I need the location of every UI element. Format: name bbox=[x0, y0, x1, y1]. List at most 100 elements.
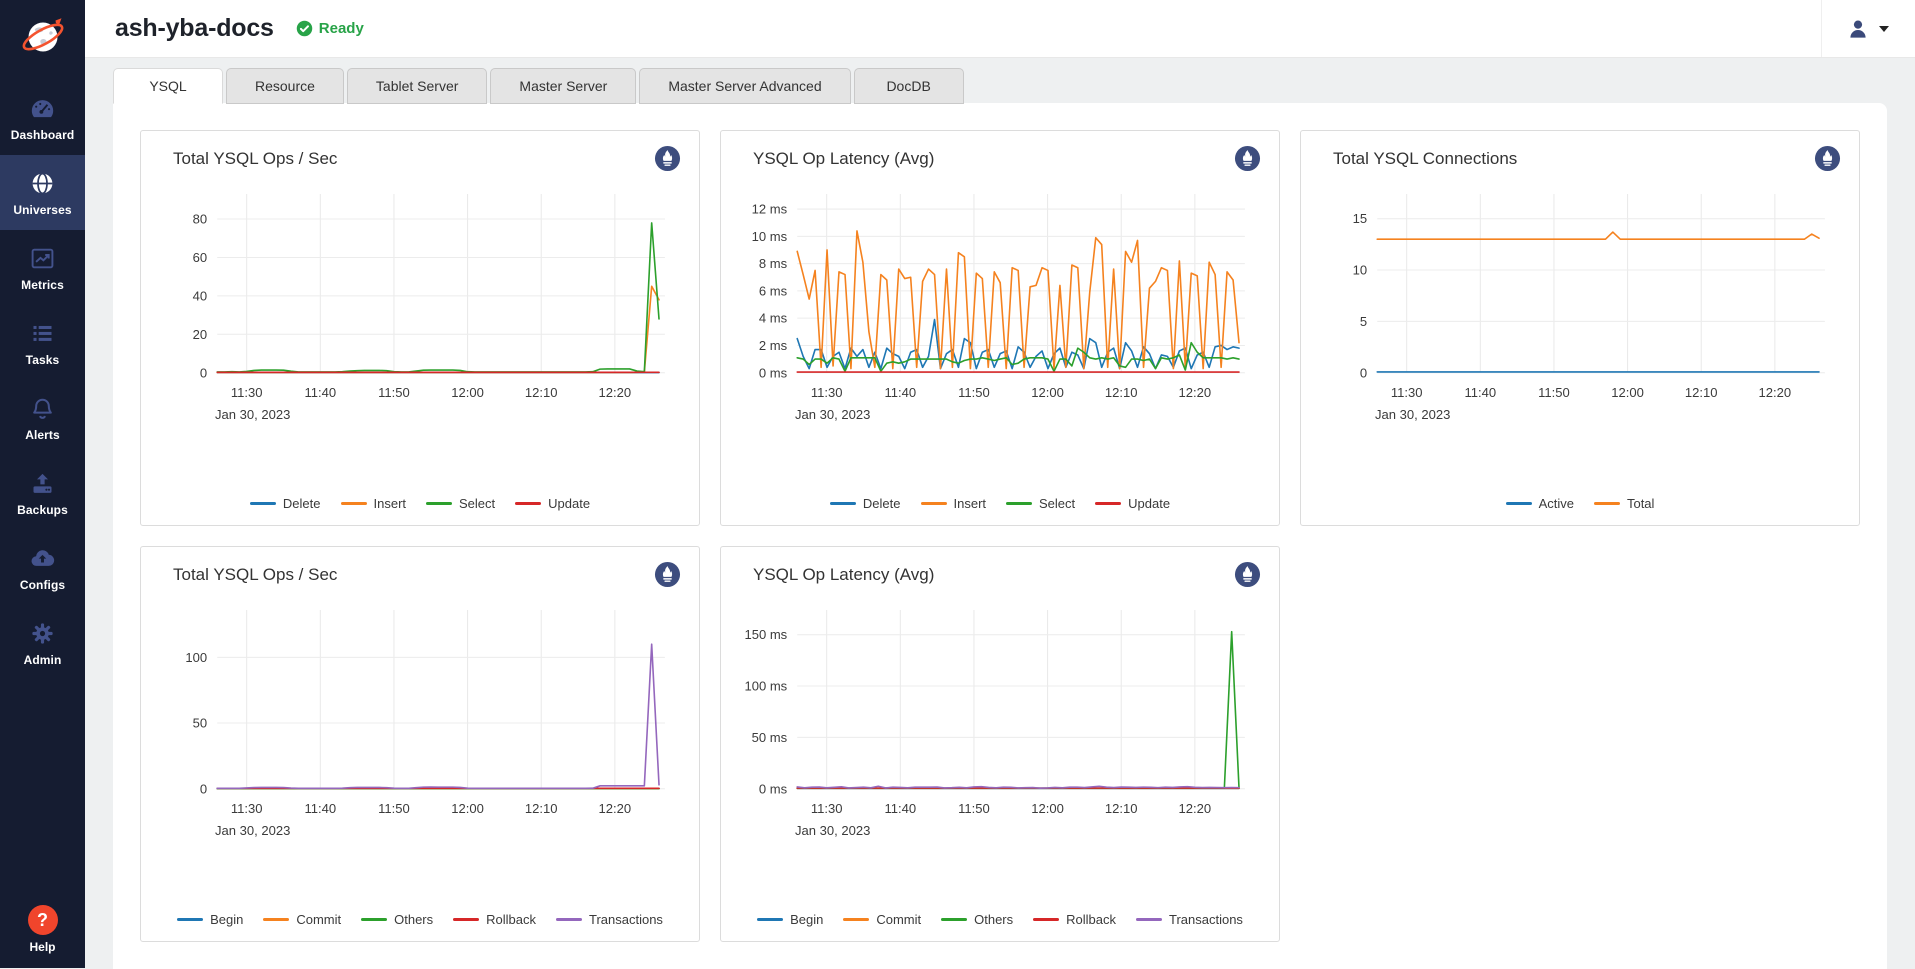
yugabyte-logo-icon bbox=[17, 12, 69, 64]
header: ash-yba-docs Ready bbox=[85, 0, 1915, 58]
chart-card-1: Total YSQL Ops / Sec 11:3011:4011:5012:0… bbox=[140, 130, 700, 526]
legend-label: Select bbox=[459, 496, 495, 511]
legend-swatch bbox=[361, 918, 387, 921]
svg-text:12:00: 12:00 bbox=[1031, 801, 1064, 816]
legend-item-others: Others bbox=[941, 912, 1013, 927]
legend-label: Transactions bbox=[589, 912, 663, 927]
legend-swatch bbox=[1006, 502, 1032, 505]
sidebar-item-dashboard[interactable]: Dashboard bbox=[0, 80, 85, 155]
legend-item-others: Others bbox=[361, 912, 433, 927]
sidebar-item-help[interactable]: ? Help bbox=[0, 893, 85, 968]
tab-master-server[interactable]: Master Server bbox=[490, 68, 636, 104]
legend-item-update: Update bbox=[515, 496, 590, 511]
sidebar-nav: Dashboard Universes Metrics Tasks Alerts… bbox=[0, 80, 85, 680]
legend-swatch bbox=[177, 918, 203, 921]
chart-legend: BeginCommitOthersRollbackTransactions bbox=[739, 908, 1261, 931]
tab-tablet-server[interactable]: Tablet Server bbox=[347, 68, 487, 104]
content-area: YSQLResourceTablet ServerMaster Server Ma… bbox=[85, 58, 1915, 968]
legend-swatch bbox=[556, 918, 582, 921]
tab-ysql[interactable]: YSQL bbox=[113, 68, 223, 104]
legend-item-begin: Begin bbox=[177, 912, 243, 927]
svg-text:40: 40 bbox=[193, 288, 208, 303]
charts-grid: Total YSQL Ops / Sec 11:3011:4011:5012:0… bbox=[140, 130, 1860, 942]
svg-text:4 ms: 4 ms bbox=[759, 311, 788, 326]
legend-item-commit: Commit bbox=[843, 912, 921, 927]
tab-resource[interactable]: Resource bbox=[226, 68, 344, 104]
legend-item-rollback: Rollback bbox=[453, 912, 536, 927]
legend-item-transactions: Transactions bbox=[1136, 912, 1243, 927]
chart-plot[interactable]: 11:3011:4011:5012:0012:1012:20020406080J… bbox=[159, 178, 681, 447]
main-area: ash-yba-docs Ready YSQLResourceT bbox=[85, 0, 1915, 968]
svg-text:11:50: 11:50 bbox=[958, 801, 990, 816]
svg-text:Jan 30, 2023: Jan 30, 2023 bbox=[795, 823, 870, 838]
chart-plot[interactable]: 11:3011:4011:5012:0012:1012:20051015Jan … bbox=[1319, 178, 1841, 447]
svg-text:0: 0 bbox=[200, 365, 207, 380]
svg-text:11:40: 11:40 bbox=[304, 801, 336, 816]
legend-item-select: Select bbox=[426, 496, 495, 511]
sidebar-item-metrics[interactable]: Metrics bbox=[0, 230, 85, 305]
legend-swatch bbox=[263, 918, 289, 921]
configs-cloud-icon bbox=[29, 545, 56, 572]
sidebar-item-configs[interactable]: Configs bbox=[0, 530, 85, 605]
tab-master-server-advanced[interactable]: Master Server Advanced bbox=[639, 68, 850, 104]
legend-label: Others bbox=[974, 912, 1013, 927]
svg-text:12:20: 12:20 bbox=[599, 385, 632, 400]
alerts-bell-icon bbox=[29, 395, 56, 422]
yugabyte-logo[interactable] bbox=[0, 0, 85, 70]
prometheus-icon[interactable] bbox=[1234, 145, 1261, 172]
svg-text:Jan 30, 2023: Jan 30, 2023 bbox=[215, 823, 290, 838]
svg-text:Jan 30, 2023: Jan 30, 2023 bbox=[215, 407, 290, 422]
prometheus-icon[interactable] bbox=[1814, 145, 1841, 172]
prometheus-icon[interactable] bbox=[1234, 561, 1261, 588]
chart-plot[interactable]: 11:3011:4011:5012:0012:1012:200 ms2 ms4 … bbox=[739, 178, 1261, 447]
tab-docdb[interactable]: DocDB bbox=[854, 68, 964, 104]
sidebar-item-backups[interactable]: Backups bbox=[0, 455, 85, 530]
user-icon bbox=[1846, 17, 1870, 41]
legend-item-begin: Begin bbox=[757, 912, 823, 927]
legend-item-active: Active bbox=[1506, 496, 1574, 511]
sidebar-item-label: Universes bbox=[13, 203, 71, 217]
legend-swatch bbox=[757, 918, 783, 921]
legend-item-total: Total bbox=[1594, 496, 1654, 511]
sidebar-item-admin[interactable]: Admin bbox=[0, 605, 85, 680]
sidebar-item-label: Metrics bbox=[21, 278, 64, 292]
caret-down-icon bbox=[1879, 26, 1889, 32]
chart-plot[interactable]: 11:3011:4011:5012:0012:1012:200 ms50 ms1… bbox=[739, 594, 1261, 863]
chart-card-2: YSQL Op Latency (Avg) 11:3011:4011:5012:… bbox=[720, 130, 1280, 526]
tab-label: Master Server Advanced bbox=[668, 78, 821, 94]
legend-swatch bbox=[941, 918, 967, 921]
svg-text:60: 60 bbox=[193, 250, 208, 265]
prometheus-icon[interactable] bbox=[654, 145, 681, 172]
prometheus-icon[interactable] bbox=[654, 561, 681, 588]
sidebar-item-label: Alerts bbox=[25, 428, 60, 442]
svg-text:11:40: 11:40 bbox=[884, 801, 916, 816]
sidebar-item-label: Admin bbox=[24, 653, 62, 667]
svg-text:15: 15 bbox=[1353, 211, 1368, 226]
chart-plot[interactable]: 11:3011:4011:5012:0012:1012:20050100Jan … bbox=[159, 594, 681, 863]
user-menu[interactable] bbox=[1821, 0, 1915, 57]
chart-title: Total YSQL Connections bbox=[1319, 145, 1517, 169]
app-window: Dashboard Universes Metrics Tasks Alerts… bbox=[0, 0, 1915, 968]
svg-text:12:00: 12:00 bbox=[451, 385, 484, 400]
legend-label: Others bbox=[394, 912, 433, 927]
legend-swatch bbox=[453, 918, 479, 921]
svg-text:11:30: 11:30 bbox=[1391, 385, 1423, 400]
svg-text:0 ms: 0 ms bbox=[759, 781, 788, 796]
chart-card-5: YSQL Op Latency (Avg) 11:3011:4011:5012:… bbox=[720, 546, 1280, 942]
svg-text:6 ms: 6 ms bbox=[759, 283, 788, 298]
svg-text:10 ms: 10 ms bbox=[752, 229, 788, 244]
legend-label: Insert bbox=[374, 496, 407, 511]
legend-label: Active bbox=[1539, 496, 1574, 511]
legend-label: Begin bbox=[210, 912, 243, 927]
legend-item-update: Update bbox=[1095, 496, 1170, 511]
svg-text:50: 50 bbox=[193, 716, 208, 731]
sidebar-item-universes[interactable]: Universes bbox=[0, 155, 85, 230]
sidebar-item-tasks[interactable]: Tasks bbox=[0, 305, 85, 380]
legend-swatch bbox=[843, 918, 869, 921]
legend-swatch bbox=[830, 502, 856, 505]
legend-label: Commit bbox=[296, 912, 341, 927]
chart-title: Total YSQL Ops / Sec bbox=[159, 561, 337, 585]
legend-label: Delete bbox=[863, 496, 901, 511]
sidebar-item-alerts[interactable]: Alerts bbox=[0, 380, 85, 455]
chart-card-3: Total YSQL Connections 11:3011:4011:5012… bbox=[1300, 130, 1860, 526]
